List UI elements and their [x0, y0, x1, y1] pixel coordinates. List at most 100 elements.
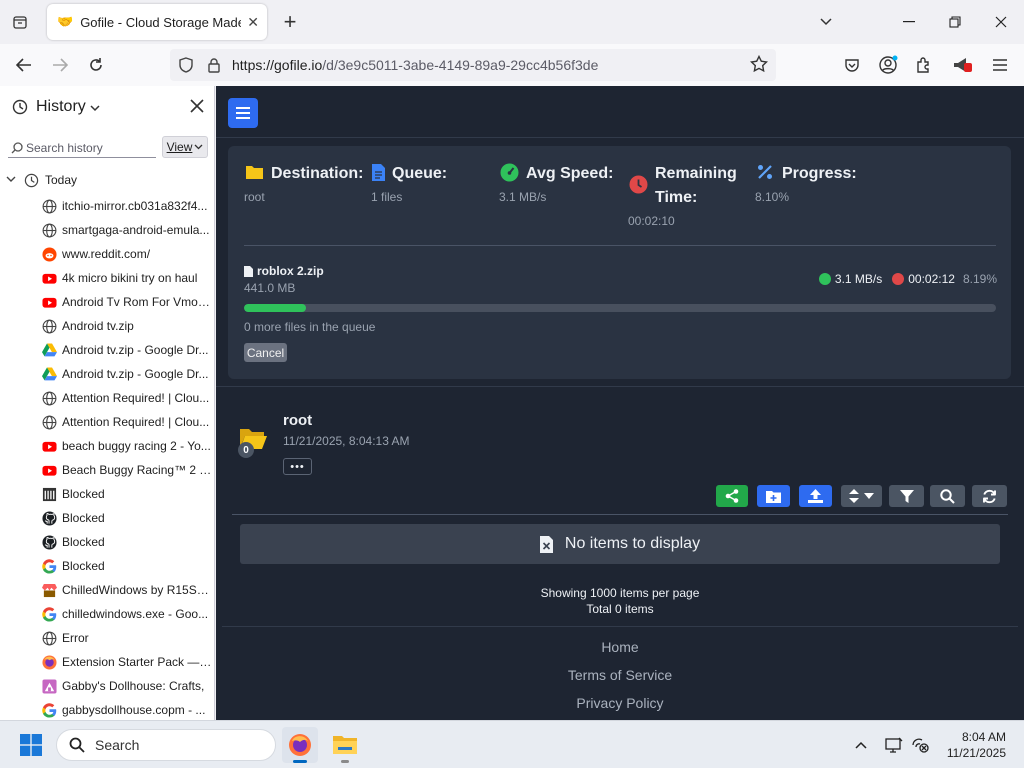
system-clock[interactable]: 8:04 AM 11/21/2025 — [947, 729, 1006, 761]
window-close-icon[interactable] — [978, 0, 1024, 44]
progress-value: 8.10% — [755, 190, 790, 204]
speed-label: Avg Speed: — [526, 165, 614, 182]
folder-plus-icon — [766, 490, 781, 503]
history-item[interactable]: itchio-mirror.cb031a832f4... — [42, 194, 212, 218]
history-item[interactable]: Attention Required! | Clou... — [42, 386, 212, 410]
history-item[interactable]: Android tv.zip - Google Dr... — [42, 362, 212, 386]
back-icon[interactable] — [10, 51, 38, 79]
history-item[interactable]: Android Tv Rom For Vmos... — [42, 290, 212, 314]
history-item[interactable]: beach buggy racing 2 - Yo... — [42, 434, 212, 458]
bookmark-star-icon[interactable] — [749, 54, 769, 76]
lock-icon[interactable] — [200, 57, 228, 73]
minimize-icon[interactable] — [886, 0, 932, 44]
active-tab[interactable]: 🤝 Gofile - Cloud Storage Made Si ✕ — [47, 4, 267, 40]
caret-down-icon — [864, 493, 874, 499]
share-button[interactable] — [716, 485, 748, 507]
upload-files-button[interactable] — [799, 485, 832, 507]
taskbar-firefox-button[interactable] — [282, 727, 318, 763]
history-search-input[interactable] — [26, 140, 152, 155]
history-item-label: Android tv.zip - Google Dr... — [62, 367, 209, 381]
url-text[interactable]: https://gofile.io/d/3e9c5011-3abe-4149-8… — [232, 57, 598, 73]
folder-count-badge: 0 — [238, 442, 254, 458]
history-search-box[interactable] — [8, 138, 156, 158]
url-bar[interactable]: https://gofile.io/d/3e9c5011-3abe-4149-8… — [170, 49, 776, 81]
upload-file-name: roblox 2.zip — [244, 264, 324, 278]
sidebar-switcher-chevron-icon[interactable] — [90, 100, 100, 115]
refresh-button[interactable] — [972, 485, 1007, 507]
stat-progress: Progress: 8.10% — [755, 162, 857, 204]
file-name-text: roblox 2.zip — [257, 264, 324, 278]
pocket-icon[interactable] — [840, 53, 864, 77]
history-item[interactable]: Blocked — [42, 554, 212, 578]
hamburger-menu-button[interactable] — [228, 98, 258, 128]
history-item[interactable]: Beach Buggy Racing™ 2 Tr... — [42, 458, 212, 482]
tray-overflow-chevron-icon[interactable] — [850, 734, 872, 756]
stat-speed: Avg Speed: 3.1 MB/s — [499, 162, 613, 204]
cancel-upload-button[interactable]: Cancel — [244, 343, 287, 362]
footer-terms-link[interactable]: Terms of Service — [216, 667, 1024, 683]
taskbar-search-box[interactable]: Search — [56, 729, 276, 761]
create-folder-button[interactable] — [757, 485, 790, 507]
history-item[interactable]: www.reddit.com/ — [42, 242, 212, 266]
account-icon[interactable] — [876, 53, 900, 77]
youtube-icon — [42, 439, 57, 454]
history-item[interactable]: smartgaga-android-emula... — [42, 218, 212, 242]
new-tab-icon[interactable]: + — [278, 9, 302, 35]
filter-button[interactable] — [889, 485, 924, 507]
google-drive-icon — [42, 367, 57, 382]
history-item-label: 4k micro bikini try on haul — [62, 271, 198, 285]
sort-icon — [849, 489, 859, 503]
google-icon — [42, 558, 57, 574]
history-item[interactable]: Attention Required! | Clou... — [42, 410, 212, 434]
taskbar-file-explorer-button[interactable] — [327, 727, 363, 763]
network-disconnected-icon[interactable] — [909, 734, 931, 756]
extensions-icon[interactable] — [912, 53, 936, 77]
footer-privacy-link[interactable]: Privacy Policy — [216, 695, 1024, 711]
history-item[interactable]: ChilledWindows by R15ST... — [42, 578, 212, 602]
history-item[interactable]: Blocked — [42, 482, 212, 506]
total-items-text: Total 0 items — [586, 602, 654, 616]
footer-home-link[interactable]: Home — [216, 639, 1024, 655]
megaphone-extension-icon[interactable] — [950, 53, 974, 77]
sidebar-title[interactable]: History — [36, 98, 86, 116]
history-item[interactable]: Android tv.zip — [42, 314, 212, 338]
restore-icon[interactable] — [932, 0, 978, 44]
history-item[interactable]: chilledwindows.exe - Goo... — [42, 602, 212, 626]
forward-icon[interactable] — [46, 51, 74, 79]
reload-icon[interactable] — [82, 51, 110, 79]
twisty-down-icon[interactable] — [6, 175, 20, 186]
nav-bar: https://gofile.io/d/3e9c5011-3abe-4149-8… — [0, 44, 1024, 86]
shield-icon[interactable] — [172, 57, 200, 73]
history-item[interactable]: gabbysdollhouse.copm - ... — [42, 698, 212, 720]
sidebar-close-icon[interactable] — [190, 99, 204, 116]
gofile-favicon-icon: 🤝 — [57, 14, 74, 29]
chevron-down-icon[interactable] — [812, 10, 840, 34]
history-item[interactable]: Error — [42, 626, 212, 650]
windows-start-icon[interactable] — [20, 734, 42, 756]
history-item[interactable]: Extension Starter Pack — F... — [42, 650, 212, 674]
history-item[interactable]: Gabby's Dollhouse: Crafts, — [42, 674, 212, 698]
history-item[interactable]: Blocked — [42, 506, 212, 530]
history-item-label: itchio-mirror.cb031a832f4... — [62, 199, 208, 213]
file-time: 00:02:12 — [908, 272, 955, 286]
menu-icon[interactable] — [988, 53, 1012, 77]
divider — [216, 137, 1024, 138]
view-dropdown-button[interactable]: View — [162, 136, 208, 158]
github-icon — [42, 534, 57, 550]
search-button[interactable] — [930, 485, 965, 507]
tab-list-icon[interactable] — [0, 0, 40, 44]
itchio-icon — [42, 583, 57, 598]
history-item-label: gabbysdollhouse.copm - ... — [62, 703, 206, 717]
destination-value: root — [244, 190, 265, 204]
display-icon[interactable] — [883, 734, 905, 756]
folder-more-button[interactable]: ••• — [283, 458, 312, 475]
history-group-today[interactable]: Today — [6, 170, 77, 190]
tab-close-icon[interactable]: ✕ — [247, 14, 259, 31]
history-item-label: Blocked — [62, 487, 105, 501]
file-explorer-icon — [332, 734, 358, 756]
history-item[interactable]: Android tv.zip - Google Dr... — [42, 338, 212, 362]
history-item[interactable]: Blocked — [42, 530, 212, 554]
upload-progress-card: Destination: root Queue: 1 files Avg Spe… — [228, 146, 1011, 379]
history-item[interactable]: 4k micro bikini try on haul — [42, 266, 212, 290]
sort-dropdown-button[interactable] — [841, 485, 882, 507]
